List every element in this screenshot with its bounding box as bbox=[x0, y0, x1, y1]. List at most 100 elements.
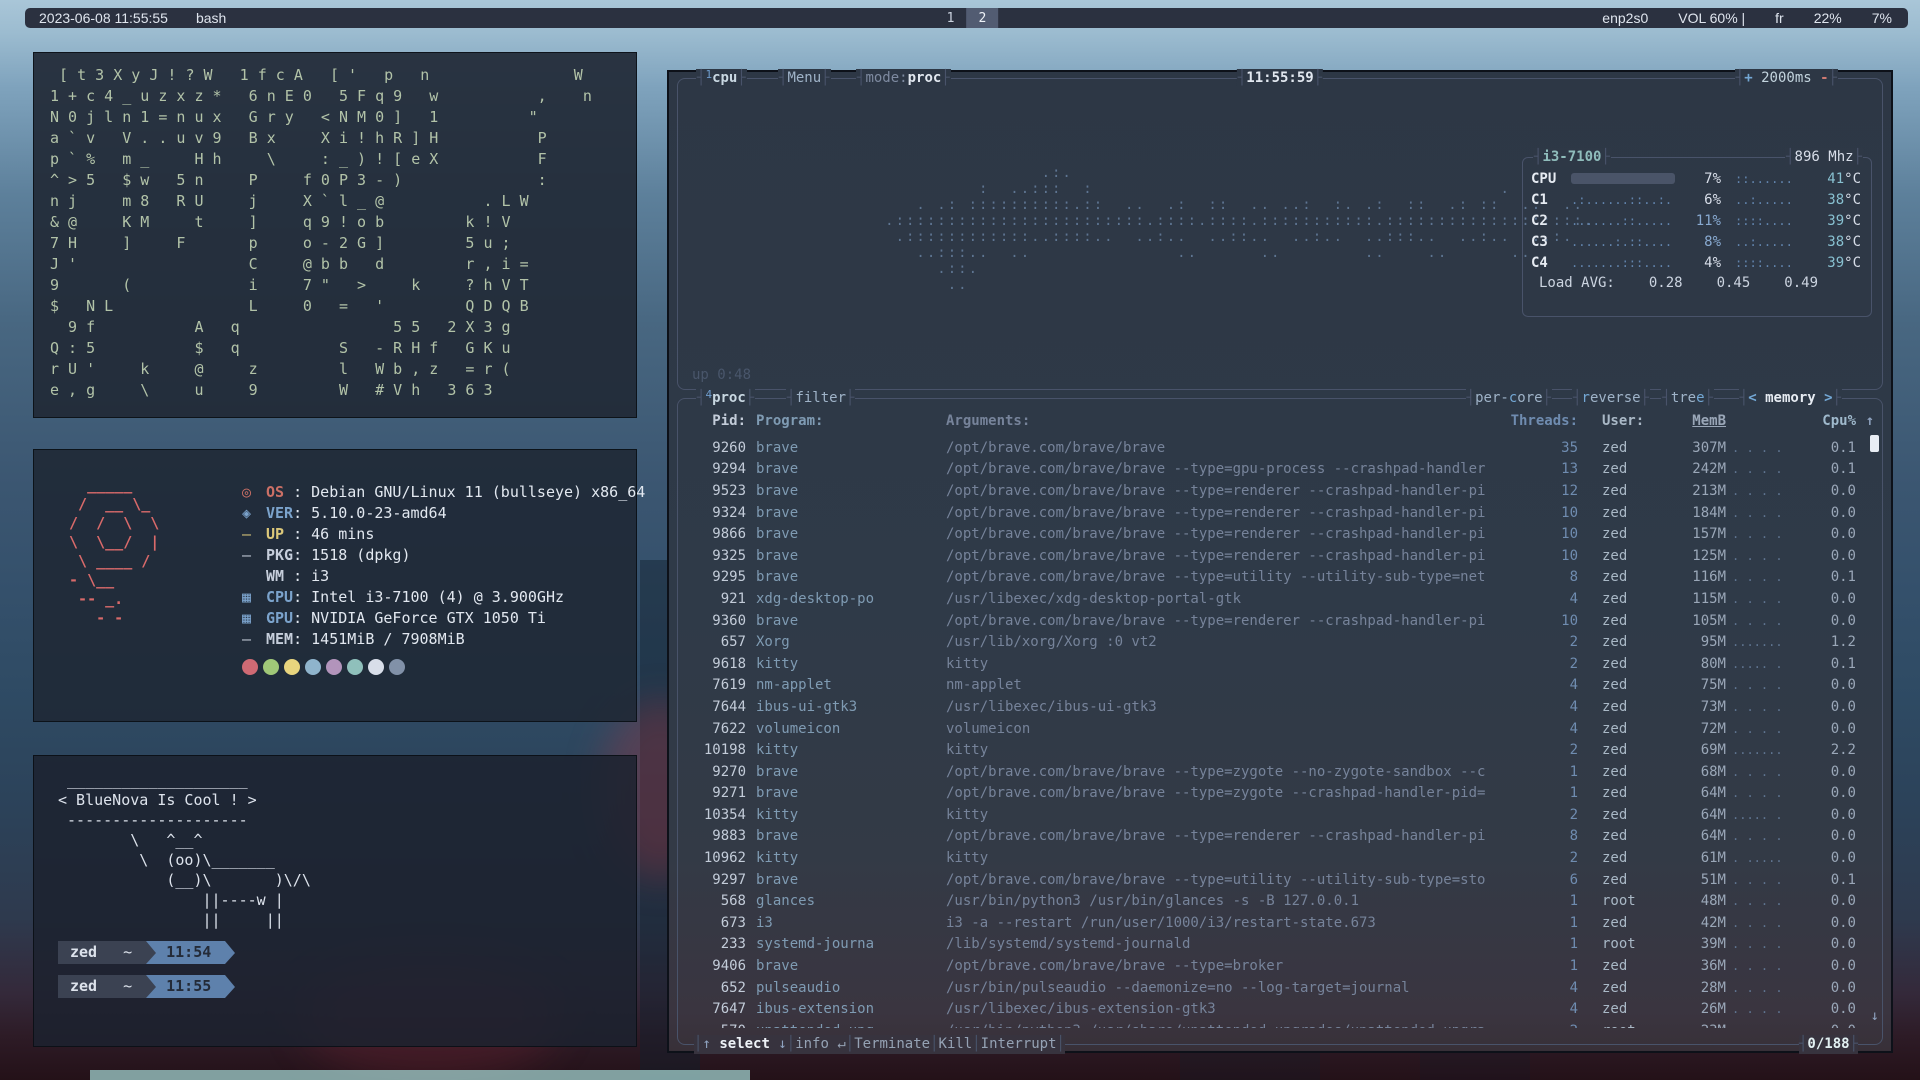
process-row[interactable]: 7619nm-appletnm-applet4zed75M. . . .0.0 bbox=[688, 675, 1874, 697]
process-threads: 2 bbox=[1508, 656, 1578, 672]
process-mem: 51M bbox=[1664, 872, 1726, 888]
terminal-matrix-window[interactable]: [ t 3 X y J ! ? W 1 f c A [ ' p n W 1 + … bbox=[33, 52, 637, 418]
refresh-interval-control[interactable]: ┤+ 2000ms -├ bbox=[1735, 69, 1838, 87]
process-arguments: /usr/libexec/ibus-ui-gtk3 bbox=[946, 699, 1508, 715]
reverse-toggle[interactable]: ┤reverse├ bbox=[1572, 389, 1650, 407]
header-memb[interactable]: MemB bbox=[1664, 413, 1726, 429]
process-threads: 2 bbox=[1508, 807, 1578, 823]
process-row[interactable]: 652pulseaudio/usr/bin/pulseaudio --daemo… bbox=[688, 977, 1874, 999]
process-row[interactable]: 9270brave/opt/brave.com/brave/brave --ty… bbox=[688, 761, 1874, 783]
process-row[interactable]: 9295brave/opt/brave.com/brave/brave --ty… bbox=[688, 567, 1874, 589]
process-arguments: /opt/brave.com/brave/brave --type=render… bbox=[946, 613, 1508, 629]
process-arguments: kitty bbox=[946, 742, 1508, 758]
core-temp-unit: °C bbox=[1844, 234, 1861, 250]
neofetch-line-wm: WM : i3 bbox=[242, 566, 645, 587]
process-user: zed bbox=[1590, 613, 1664, 629]
terminal-cowsay-window[interactable]: ____________________ < BlueNova Is Cool … bbox=[33, 755, 637, 1047]
process-arguments: kitty bbox=[946, 656, 1508, 672]
process-row[interactable]: 9294brave/opt/brave.com/brave/brave --ty… bbox=[688, 459, 1874, 481]
scrollbar-thumb[interactable] bbox=[1870, 435, 1879, 452]
process-threads: 10 bbox=[1508, 505, 1578, 521]
network-interface[interactable]: enp2s0 bbox=[1602, 10, 1648, 26]
process-threads: 4 bbox=[1508, 1001, 1578, 1017]
header-user[interactable]: User: bbox=[1590, 413, 1664, 429]
process-pid: 9260 bbox=[688, 440, 746, 456]
process-mem-graph: . . . . bbox=[1732, 549, 1806, 563]
process-mem-graph: . . . . bbox=[1732, 959, 1806, 973]
core-usage-graph: ......:.::...... bbox=[1571, 235, 1675, 249]
process-threads: 12 bbox=[1508, 483, 1578, 499]
workspace-button-1[interactable]: 1 bbox=[935, 8, 967, 28]
process-row[interactable]: 10198kittykitty2zed69M.......2.2 bbox=[688, 739, 1874, 761]
process-row[interactable]: 9297brave/opt/brave.com/brave/brave --ty… bbox=[688, 869, 1874, 891]
core-row-c3: C3......:.::......8%..:.....38°C bbox=[1531, 231, 1861, 252]
process-arguments: /opt/brave.com/brave/brave --type=render… bbox=[946, 548, 1508, 564]
process-row[interactable]: 921xdg-desktop-po/usr/libexec/xdg-deskto… bbox=[688, 588, 1874, 610]
select-action[interactable]: select bbox=[719, 1035, 770, 1054]
process-row[interactable]: 568glances/usr/bin/python3 /usr/bin/glan… bbox=[688, 890, 1874, 912]
powerline-arrow-icon bbox=[225, 941, 235, 964]
core-row-c2: C2.......::.........11%::::....39°C bbox=[1531, 210, 1861, 231]
process-threads: 10 bbox=[1508, 526, 1578, 542]
process-row[interactable]: 10354kittykitty2zed64M..... .0.0 bbox=[688, 804, 1874, 826]
process-mem-graph: . . . . bbox=[1732, 484, 1806, 498]
process-cpu: 0.1 bbox=[1806, 656, 1856, 672]
process-row[interactable]: 9406brave/opt/brave.com/brave/brave --ty… bbox=[688, 955, 1874, 977]
process-cpu: 0.0 bbox=[1806, 915, 1856, 931]
process-row[interactable]: 9883brave/opt/brave.com/brave/brave --ty… bbox=[688, 826, 1874, 848]
process-mem: 73M bbox=[1664, 699, 1726, 715]
kill-action[interactable]: Kill bbox=[939, 1035, 973, 1054]
tree-toggle[interactable]: ┤tree├ bbox=[1661, 389, 1714, 407]
header-threads[interactable]: Threads: bbox=[1508, 413, 1578, 429]
option-hotkey: c bbox=[1509, 390, 1517, 406]
terminate-action[interactable]: Terminate bbox=[854, 1035, 930, 1054]
scroll-down-arrow[interactable]: ↓ bbox=[1871, 1008, 1879, 1024]
cpu-usage[interactable]: 22% bbox=[1814, 10, 1842, 26]
process-mem: 39M bbox=[1664, 936, 1726, 952]
terminal-neofetch-window[interactable]: _____ / __ \_ / / \ \ \ \__/ | \ ____ / … bbox=[33, 449, 637, 722]
interrupt-action[interactable]: Interrupt bbox=[981, 1035, 1057, 1054]
bpytop-window[interactable]: ┤1cpu├ ┤Menu├ ┤mode:proc├ ┤11:55:59├ ┤+ … bbox=[667, 70, 1893, 1053]
per-core-toggle[interactable]: ┤per-core├ bbox=[1466, 389, 1552, 407]
process-user: zed bbox=[1590, 656, 1664, 672]
process-row[interactable]: 657Xorg/usr/lib/xorg/Xorg :0 vt22zed95M.… bbox=[688, 631, 1874, 653]
sort-column-selector[interactable]: ┤< memory >├ bbox=[1739, 389, 1842, 407]
process-row[interactable]: 7622volumeiconvolumeicon4zed72M. . . .0.… bbox=[688, 718, 1874, 740]
process-row[interactable]: 9271brave/opt/brave.com/brave/brave --ty… bbox=[688, 783, 1874, 805]
process-name: brave bbox=[756, 613, 938, 629]
process-row[interactable]: 9523brave/opt/brave.com/brave/brave --ty… bbox=[688, 480, 1874, 502]
clock-datetime: 2023-06-08 11:55:55 bbox=[39, 10, 168, 26]
filter-button[interactable]: ┤filter├ bbox=[786, 389, 855, 407]
process-row[interactable]: 9325brave/opt/brave.com/brave/brave --ty… bbox=[688, 545, 1874, 567]
info-action[interactable]: info ↵ bbox=[795, 1035, 846, 1054]
menu-button[interactable]: ┤Menu├ bbox=[778, 69, 831, 87]
prompt-path: ~ bbox=[123, 977, 132, 995]
keyboard-layout[interactable]: fr bbox=[1775, 10, 1784, 26]
sort-direction-arrow[interactable]: ↑ bbox=[1856, 413, 1874, 429]
process-row[interactable]: 673i3i3 -a --restart /run/user/1000/i3/r… bbox=[688, 912, 1874, 934]
header-pid[interactable]: Pid: bbox=[688, 413, 746, 429]
process-row[interactable]: 9866brave/opt/brave.com/brave/brave --ty… bbox=[688, 523, 1874, 545]
process-row[interactable]: 570unattended-upg/usr/bin/python3 /usr/s… bbox=[688, 1020, 1874, 1028]
process-row[interactable]: 9360brave/opt/brave.com/brave/brave --ty… bbox=[688, 610, 1874, 632]
process-row[interactable]: 7647ibus-extension/usr/libexec/ibus-exte… bbox=[688, 998, 1874, 1020]
process-row[interactable]: 233systemd-journa/lib/systemd/systemd-jo… bbox=[688, 934, 1874, 956]
header-arguments[interactable]: Arguments: bbox=[946, 413, 1508, 429]
process-mem: 125M bbox=[1664, 548, 1726, 564]
process-row[interactable]: 9618kittykitty2zed80M..... .0.1 bbox=[688, 653, 1874, 675]
process-mem: 64M bbox=[1664, 828, 1726, 844]
process-threads: 4 bbox=[1508, 677, 1578, 693]
process-pid: 9271 bbox=[688, 785, 746, 801]
workspace-button-2[interactable]: 2 bbox=[967, 8, 999, 28]
volume-indicator[interactable]: VOL 60% | bbox=[1678, 10, 1745, 26]
process-row[interactable]: 9260brave/opt/brave.com/brave/brave35zed… bbox=[688, 437, 1874, 459]
mode-toggle[interactable]: ┤mode:proc├ bbox=[856, 69, 951, 87]
mem-usage[interactable]: 7% bbox=[1872, 10, 1892, 26]
process-row[interactable]: 9324brave/opt/brave.com/brave/brave --ty… bbox=[688, 502, 1874, 524]
process-cpu: 0.1 bbox=[1806, 440, 1856, 456]
process-row[interactable]: 7644ibus-ui-gtk3/usr/libexec/ibus-ui-gtk… bbox=[688, 696, 1874, 718]
header-cpu[interactable]: Cpu% bbox=[1806, 413, 1856, 429]
powerline-arrow-icon bbox=[146, 975, 156, 998]
header-program[interactable]: Program: bbox=[756, 413, 938, 429]
process-row[interactable]: 10962kittykitty2zed61M. .....0.0 bbox=[688, 847, 1874, 869]
